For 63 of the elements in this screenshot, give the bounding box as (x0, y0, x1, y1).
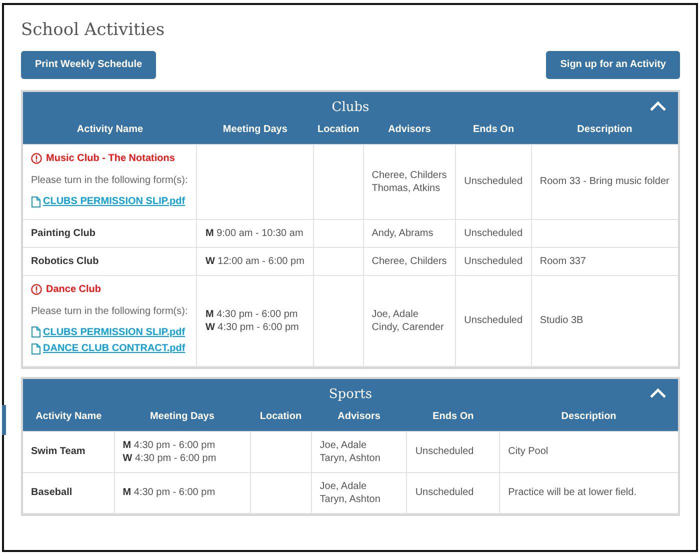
section-title: Clubs (332, 100, 370, 115)
column-header: Meeting Days (196, 119, 314, 144)
table-cell: Room 33 - Bring music folder (531, 144, 678, 219)
meeting-time: W 4:30 pm - 6:00 pm (205, 320, 300, 334)
advisor-name: Joe, Adale (372, 308, 420, 320)
table-cell: Unscheduled (406, 472, 500, 513)
column-header: Ends On (456, 119, 532, 144)
activity-name: Swim Team (31, 445, 86, 458)
meeting-time: W 12:00 am - 6:00 pm (205, 254, 305, 268)
meeting-time: W 4:30 pm - 6:00 pm (122, 452, 218, 464)
collapse-button[interactable] (650, 101, 666, 111)
chevron-up-icon (650, 388, 666, 398)
alert-icon (31, 284, 42, 294)
form-link[interactable]: DANCE CLUB CONTRACT.pdf (31, 342, 186, 355)
collapse-button[interactable] (650, 388, 666, 398)
column-header: Advisors (311, 406, 407, 431)
advisor-name: Cindy, Carender (372, 320, 445, 334)
column-header: Description (500, 406, 678, 431)
section-title: Sports (328, 386, 372, 402)
advisor-name: Joe, Adale (320, 480, 368, 492)
advisor-name: Taryn, Ashton (320, 492, 382, 506)
table-cell: Unscheduled (406, 431, 500, 472)
form-instructions: Please turn in the following form(s): (31, 304, 188, 318)
advisor-name: Thomas, Atkins (372, 182, 442, 195)
column-header: Activity Name (23, 119, 197, 144)
column-header: Ends On (406, 406, 500, 431)
activity-name: Baseball (31, 486, 72, 499)
document-icon (31, 326, 41, 338)
activity-name: Music Club - The Notations (46, 152, 175, 165)
column-header: Location (250, 406, 312, 431)
table-cell: Unscheduled (456, 275, 532, 366)
table-cell: Unscheduled (456, 219, 532, 247)
meeting-time: M 4:30 pm - 6:00 pm (122, 486, 216, 499)
table-cell: City Pool (500, 431, 678, 472)
column-header: Meeting Days (114, 406, 250, 431)
column-header: Description (531, 119, 678, 144)
signup-button[interactable]: Sign up for an Activity (546, 51, 680, 79)
form-link[interactable]: CLUBS PERMISSION SLIP.pdf (31, 326, 186, 338)
side-marker (2, 405, 6, 435)
alert-icon (31, 153, 42, 164)
column-header: Advisors (363, 119, 456, 144)
activity-name: Robotics Club (31, 254, 99, 268)
meeting-time: M 4:30 pm - 6:00 pm (122, 438, 216, 452)
advisor-name: Cheree, Childers (372, 254, 448, 268)
page-title: School Activities (21, 19, 166, 41)
advisor-name: Andy, Abrams (372, 226, 434, 240)
column-header: Location (313, 119, 364, 144)
activity-name: Dance Club (46, 282, 102, 296)
table-cell: Unscheduled (456, 247, 532, 275)
activity-name: Painting Club (31, 226, 96, 240)
form-instructions: Please turn in the following form(s): (31, 174, 188, 187)
print-button[interactable]: Print Weekly Schedule (21, 51, 156, 79)
table-cell: Unscheduled (456, 144, 532, 219)
document-icon (31, 196, 41, 208)
advisor-name: Joe, Adale (320, 438, 368, 452)
advisor-name: Cheree, Childers (372, 168, 448, 182)
chevron-up-icon (650, 101, 666, 111)
advisor-name: Taryn, Ashton (320, 452, 382, 464)
meeting-time: M 9:00 am - 10:30 am (205, 226, 304, 240)
meeting-time: M 4:30 pm - 6:00 pm (205, 308, 299, 320)
column-header: Activity Name (23, 406, 114, 431)
document-icon (31, 342, 41, 354)
form-link[interactable]: CLUBS PERMISSION SLIP.pdf (31, 195, 186, 208)
